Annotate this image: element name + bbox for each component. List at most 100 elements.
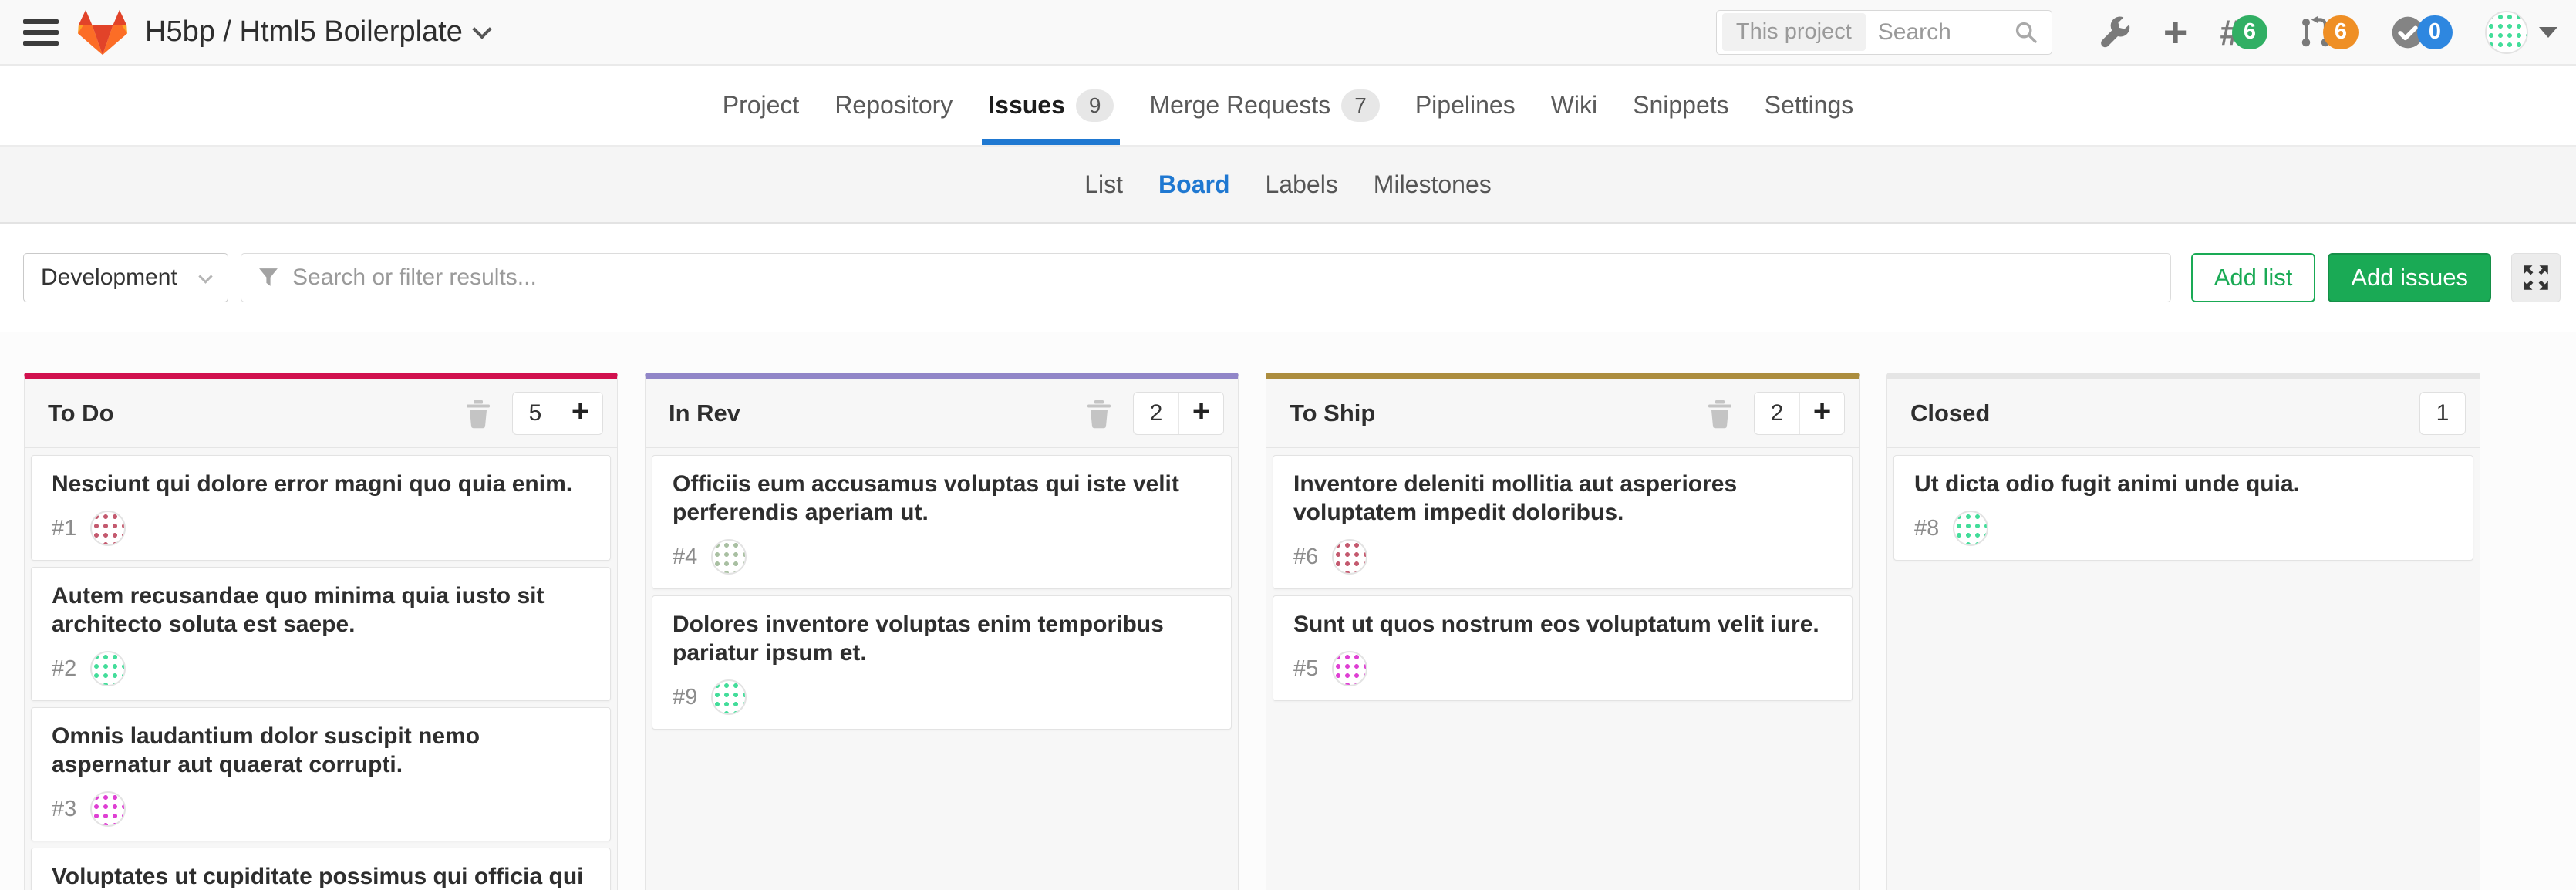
add-issue-to-list-button[interactable]: + (1799, 393, 1844, 434)
issue-number: #6 (1293, 544, 1318, 570)
subnav-milestones[interactable]: Milestones (1374, 170, 1492, 199)
gitlab-logo[interactable] (77, 8, 128, 56)
board-filter-bar: Development Add list Add issues (0, 224, 2576, 332)
filter-search-input[interactable] (292, 265, 2153, 291)
board-column-todo: To Do 5 + Nesciunt qui dolore error magn… (24, 373, 618, 890)
tab-issues[interactable]: Issues 9 (986, 66, 1115, 145)
card-list: Inventore deleniti mollitia aut asperior… (1266, 448, 1859, 890)
navbar-actions: This project + # 6 (1716, 10, 2557, 55)
issue-number: #1 (52, 516, 76, 541)
card-list: Officiis eum accusamus voluptas qui iste… (646, 448, 1238, 890)
assignee-avatar[interactable] (1332, 651, 1367, 686)
issues-count-badge: 6 (2232, 15, 2267, 49)
issue-count: 2 (1134, 393, 1178, 434)
project-title: H5bp / Html5 Boilerplate (145, 15, 463, 49)
tab-repository[interactable]: Repository (833, 66, 954, 145)
tab-label: Pipelines (1415, 91, 1516, 120)
subnav-list[interactable]: List (1084, 170, 1123, 199)
user-avatar (2485, 11, 2528, 54)
issue-card[interactable]: Omnis laudantium dolor suscipit nemo asp… (31, 707, 611, 841)
tab-project[interactable]: Project (721, 66, 801, 145)
todos-counter[interactable]: 0 (2391, 15, 2453, 49)
issue-title: Officiis eum accusamus voluptas qui iste… (673, 470, 1211, 527)
issue-card[interactable]: Ut dicta odio fugit animi unde quia. #8 (1893, 455, 2473, 561)
search-input[interactable] (1866, 19, 2015, 46)
project-nav: Project Repository Issues 9 Merge Reques… (0, 66, 2576, 147)
issue-card[interactable]: Voluptates ut cupiditate possimus qui of… (31, 848, 611, 890)
issue-title: Autem recusandae quo minima quia iusto s… (52, 582, 590, 639)
assignee-avatar[interactable] (711, 539, 747, 575)
delete-list-button[interactable] (464, 398, 492, 429)
board-column-title: In Rev (669, 399, 740, 427)
search-scope-chip: This project (1722, 13, 1866, 51)
assignee-avatar[interactable] (90, 511, 126, 546)
board-column-toship: To Ship 2 + Inventore deleniti mollitia … (1266, 373, 1860, 890)
assignee-avatar[interactable] (711, 679, 747, 715)
add-issue-to-list-button[interactable]: + (1178, 393, 1223, 434)
issue-card[interactable]: Autem recusandae quo minima quia iusto s… (31, 567, 611, 701)
issue-card[interactable]: Officiis eum accusamus voluptas qui iste… (652, 455, 1232, 589)
issue-card[interactable]: Sunt ut quos nostrum eos voluptatum veli… (1273, 595, 1853, 701)
board-column-header: In Rev 2 + (646, 379, 1238, 448)
list-count-control: 2 + (1133, 392, 1224, 435)
add-issues-button[interactable]: Add issues (2328, 253, 2491, 302)
board-column-header: To Do 5 + (25, 379, 617, 448)
filter-funnel-icon (258, 268, 278, 288)
issues-counter[interactable]: # 6 (2220, 15, 2267, 50)
trash-icon (1706, 398, 1734, 429)
board-column-title: To Ship (1290, 399, 1375, 427)
delete-list-button[interactable] (1706, 398, 1734, 429)
issue-number: #3 (52, 797, 76, 822)
chevron-down-icon (472, 19, 491, 39)
assignee-avatar[interactable] (1953, 511, 1988, 546)
issue-count: 2 (1755, 393, 1799, 434)
issue-number: #2 (52, 656, 76, 682)
tab-label: Merge Requests (1149, 91, 1330, 120)
issue-count: 5 (513, 393, 558, 434)
issue-number: #8 (1914, 516, 1939, 541)
issue-title: Dolores inventore voluptas enim temporib… (673, 610, 1211, 667)
merge-requests-counter[interactable]: 6 (2300, 15, 2359, 49)
fullscreen-button[interactable] (2511, 253, 2561, 302)
issue-title: Ut dicta odio fugit animi unde quia. (1914, 470, 2453, 498)
assignee-avatar[interactable] (90, 791, 126, 827)
tab-snippets[interactable]: Snippets (1631, 66, 1731, 145)
board-column-title: Closed (1910, 399, 1990, 427)
admin-wrench-button[interactable] (2099, 16, 2131, 49)
fullscreen-icon (2522, 264, 2550, 292)
tab-label: Settings (1765, 91, 1854, 120)
issues-tab-badge: 9 (1076, 89, 1114, 122)
tab-pipelines[interactable]: Pipelines (1414, 66, 1517, 145)
issue-title: Sunt ut quos nostrum eos voluptatum veli… (1293, 610, 1832, 639)
new-menu-button[interactable]: + (2163, 12, 2188, 53)
project-switcher[interactable]: H5bp / Html5 Boilerplate (145, 15, 489, 49)
board-selector-dropdown[interactable]: Development (23, 253, 228, 302)
tab-merge-requests[interactable]: Merge Requests 7 (1148, 66, 1381, 145)
top-navbar: H5bp / Html5 Boilerplate This project + … (0, 0, 2576, 66)
add-issue-to-list-button[interactable]: + (558, 393, 602, 434)
filter-search-box[interactable] (241, 253, 2171, 302)
trash-icon (1085, 398, 1113, 429)
issue-title: Omnis laudantium dolor suscipit nemo asp… (52, 722, 590, 779)
board-column-header: Closed 1 (1887, 379, 2480, 448)
issue-card[interactable]: Inventore deleniti mollitia aut asperior… (1273, 455, 1853, 589)
hamburger-menu-icon[interactable] (23, 19, 59, 46)
tab-settings[interactable]: Settings (1763, 66, 1856, 145)
issue-card[interactable]: Dolores inventore voluptas enim temporib… (652, 595, 1232, 730)
assignee-avatar[interactable] (90, 651, 126, 686)
board-column-closed: Closed 1 Ut dicta odio fugit animi unde … (1886, 373, 2480, 890)
list-count-control: 1 (2419, 392, 2466, 435)
issue-card[interactable]: Nesciunt qui dolore error magni quo quia… (31, 455, 611, 561)
global-search[interactable]: This project (1716, 10, 2052, 55)
board-column-inrev: In Rev 2 + Officiis eum accusamus volupt… (645, 373, 1239, 890)
tab-wiki[interactable]: Wiki (1549, 66, 1599, 145)
merge-requests-count-badge: 6 (2323, 15, 2359, 49)
caret-down-icon (2539, 27, 2557, 38)
issue-count: 1 (2420, 393, 2465, 434)
add-list-button[interactable]: Add list (2191, 253, 2316, 302)
subnav-board[interactable]: Board (1158, 170, 1229, 199)
user-menu[interactable] (2485, 11, 2557, 54)
delete-list-button[interactable] (1085, 398, 1113, 429)
assignee-avatar[interactable] (1332, 539, 1367, 575)
subnav-labels[interactable]: Labels (1266, 170, 1338, 199)
